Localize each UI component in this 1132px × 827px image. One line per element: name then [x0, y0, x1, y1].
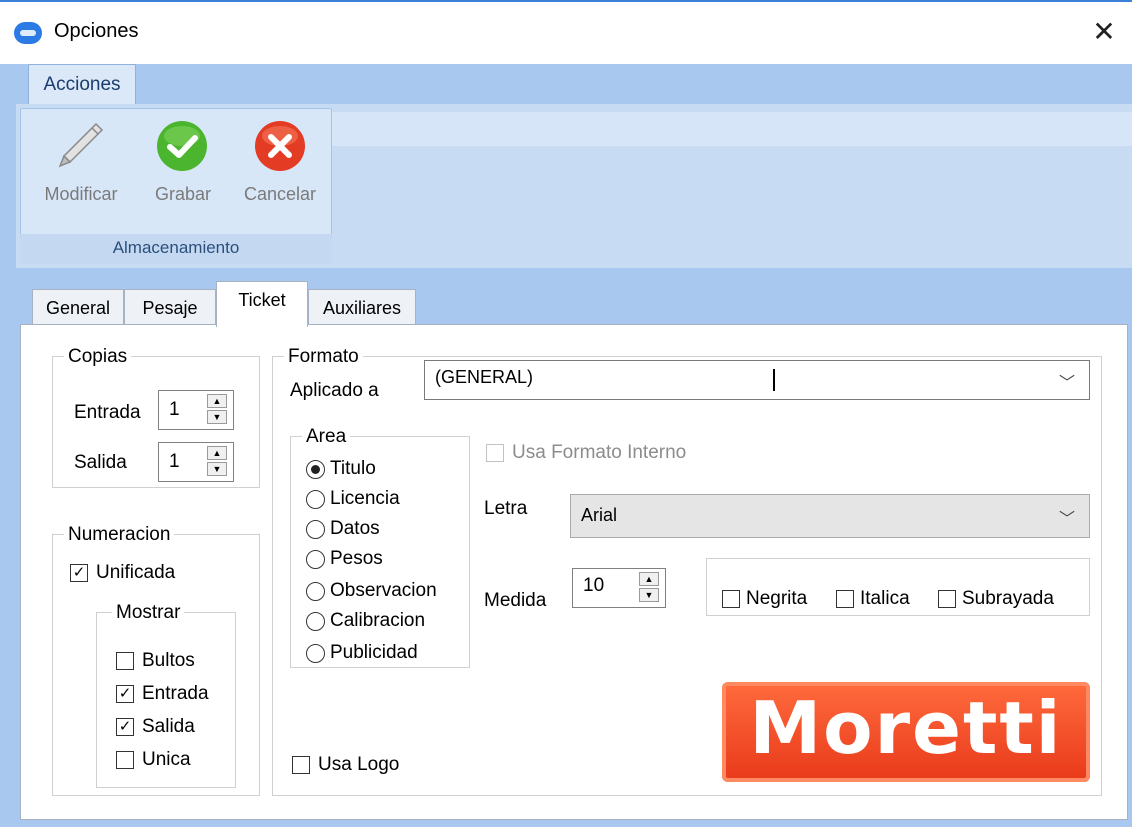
- formato-title: Formato: [284, 346, 363, 368]
- aplicado-label: Aplicado a: [290, 380, 379, 401]
- medida-spinner[interactable]: 10 ▲ ▼: [572, 568, 666, 608]
- numeracion-title: Numeracion: [64, 524, 175, 546]
- entrada-label: Entrada: [74, 402, 141, 423]
- spin-up-icon[interactable]: ▲: [207, 394, 227, 408]
- spin-down-icon[interactable]: ▼: [639, 588, 659, 602]
- usa-formato-interno-checkbox[interactable]: [486, 444, 504, 462]
- usa-logo-checkbox[interactable]: [292, 756, 310, 774]
- usa-formato-interno-label: Usa Formato Interno: [512, 442, 687, 463]
- salida-label: Salida: [74, 452, 127, 473]
- bultos-checkbox[interactable]: [116, 652, 134, 670]
- salida-copies-value: 1: [169, 451, 180, 472]
- text-caret: [773, 369, 775, 391]
- spin-up-icon[interactable]: ▲: [207, 446, 227, 460]
- mostrar-title: Mostrar: [112, 602, 185, 624]
- letra-label: Letra: [484, 498, 528, 519]
- app-icon: [14, 22, 42, 44]
- area-calibracion-label: Calibracion: [330, 610, 426, 631]
- salida-checkbox[interactable]: ✓: [116, 718, 134, 736]
- ribbon-group-label: Almacenamiento: [20, 234, 332, 264]
- moretti-logo: Moretti: [722, 682, 1090, 782]
- window-title: Opciones: [54, 20, 139, 42]
- chevron-down-icon[interactable]: ﹀: [1059, 369, 1075, 393]
- bultos-label: Bultos: [142, 650, 195, 671]
- check-circle-icon: [157, 121, 207, 171]
- entrada-copies-value: 1: [169, 399, 180, 420]
- radio-observacion[interactable]: [306, 582, 325, 601]
- ribbon-tab-acciones[interactable]: Acciones: [28, 64, 136, 104]
- unificada-label: Unificada: [96, 562, 176, 583]
- area-observacion-label: Observacion: [330, 580, 437, 601]
- title-bar: [0, 0, 1132, 64]
- modificar-button[interactable]: Modificar: [30, 112, 132, 222]
- cancelar-button[interactable]: Cancelar: [232, 112, 328, 222]
- letra-combobox[interactable]: Arial ﹀: [570, 494, 1090, 538]
- ribbon-strip: [332, 112, 1132, 146]
- area-publicidad-label: Publicidad: [330, 642, 418, 663]
- radio-pesos[interactable]: [306, 550, 325, 569]
- spin-down-icon[interactable]: ▼: [207, 410, 227, 424]
- area-licencia-label: Licencia: [330, 488, 400, 509]
- area-pesos-label: Pesos: [330, 548, 383, 569]
- cancelar-label: Cancelar: [243, 184, 317, 204]
- radio-calibracion[interactable]: [306, 612, 325, 631]
- medida-label: Medida: [484, 590, 547, 611]
- spin-up-icon[interactable]: ▲: [639, 572, 659, 586]
- italica-checkbox[interactable]: [836, 590, 854, 608]
- unica-label: Unica: [142, 749, 191, 770]
- pencil-icon: [58, 122, 104, 168]
- tab-pesaje[interactable]: Pesaje: [124, 289, 216, 325]
- radio-datos[interactable]: [306, 520, 325, 539]
- salida-num-label: Salida: [142, 716, 195, 737]
- radio-titulo[interactable]: [306, 460, 325, 479]
- chevron-down-icon[interactable]: ﹀: [1059, 505, 1075, 529]
- negrita-checkbox[interactable]: [722, 590, 740, 608]
- close-button[interactable]: ✕: [1086, 14, 1122, 50]
- area-datos-label: Datos: [330, 518, 380, 539]
- salida-copies-spinner[interactable]: 1 ▲ ▼: [158, 442, 234, 482]
- medida-value: 10: [583, 575, 605, 596]
- letra-value: Arial: [581, 505, 618, 525]
- tab-general[interactable]: General: [32, 289, 124, 325]
- tab-auxiliares[interactable]: Auxiliares: [308, 289, 416, 325]
- spin-down-icon[interactable]: ▼: [207, 462, 227, 476]
- entrada-copies-spinner[interactable]: 1 ▲ ▼: [158, 390, 234, 430]
- subrayada-checkbox[interactable]: [938, 590, 956, 608]
- copias-title: Copias: [64, 346, 132, 368]
- tab-ticket[interactable]: Ticket: [216, 281, 308, 327]
- negrita-label: Negrita: [746, 588, 808, 609]
- x-circle-icon: [255, 121, 305, 171]
- radio-publicidad[interactable]: [306, 644, 325, 663]
- grabar-label: Grabar: [154, 184, 212, 204]
- modificar-label: Modificar: [44, 184, 118, 204]
- logo-text: Moretti: [749, 686, 1063, 770]
- aplicado-combobox[interactable]: (GENERAL) ﹀: [424, 360, 1090, 400]
- unica-checkbox[interactable]: [116, 751, 134, 769]
- area-titulo-label: Titulo: [330, 458, 376, 479]
- unificada-checkbox[interactable]: ✓: [70, 564, 88, 582]
- radio-licencia[interactable]: [306, 490, 325, 509]
- usa-logo-label: Usa Logo: [318, 754, 400, 775]
- italica-label: Italica: [860, 588, 910, 609]
- area-title: Area: [302, 426, 351, 448]
- subrayada-label: Subrayada: [962, 588, 1054, 609]
- grabar-button[interactable]: Grabar: [144, 112, 222, 222]
- entrada-num-label: Entrada: [142, 683, 209, 704]
- aplicado-value: (GENERAL): [435, 367, 534, 387]
- entrada-checkbox[interactable]: ✓: [116, 685, 134, 703]
